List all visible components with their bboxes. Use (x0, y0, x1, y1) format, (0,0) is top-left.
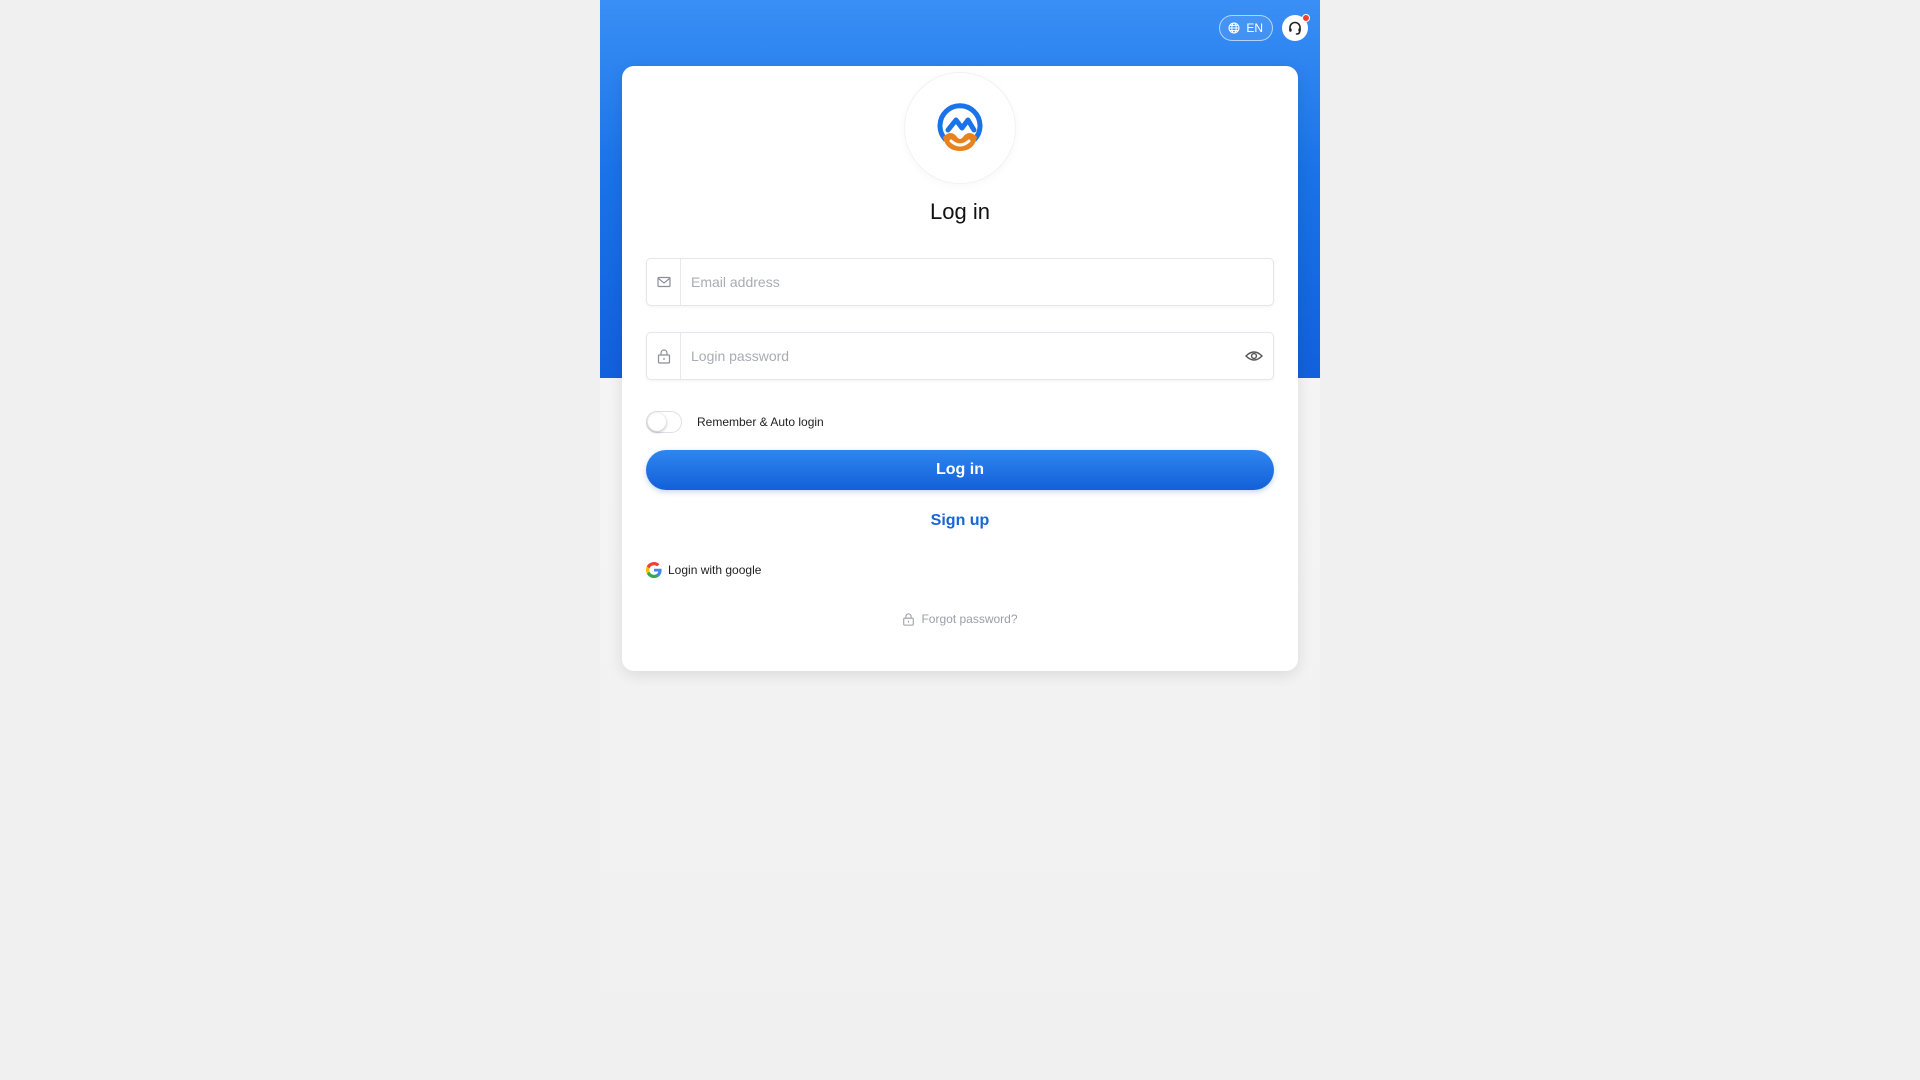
google-login-button[interactable]: Login with google (646, 562, 761, 578)
toggle-knob (648, 413, 666, 431)
globe-icon (1228, 22, 1240, 34)
support-button[interactable] (1282, 14, 1310, 41)
email-field (646, 258, 1274, 306)
app-container: EN Log in Email address Remember & Auto … (600, 0, 1320, 1080)
notification-badge (1302, 14, 1310, 22)
app-logo (905, 73, 1015, 183)
forgot-password-label: Forgot password? (921, 612, 1018, 626)
remember-label: Remember & Auto login (697, 415, 824, 429)
mail-icon (647, 259, 681, 305)
remember-toggle[interactable] (646, 411, 682, 433)
google-login-label: Login with google (668, 563, 762, 577)
password-input[interactable] (681, 333, 1235, 379)
google-icon (646, 562, 662, 578)
signup-link[interactable]: Sign up (622, 512, 1298, 530)
eye-icon[interactable] (1235, 333, 1273, 379)
login-card: Log in Email address Remember & Auto log… (622, 66, 1298, 671)
top-bar: EN (1219, 14, 1310, 41)
headset-icon (1287, 20, 1303, 36)
password-field (646, 332, 1274, 380)
language-label: EN (1246, 21, 1263, 35)
language-selector[interactable]: EN (1219, 15, 1273, 41)
logo-mark (937, 103, 983, 151)
email-input[interactable] (681, 259, 1273, 305)
lock-icon (647, 333, 681, 379)
forgot-password-link[interactable]: Forgot password? (622, 612, 1298, 626)
page-title: Log in (930, 199, 990, 224)
lock-icon (902, 612, 915, 626)
remember-row: Remember & Auto login (646, 411, 824, 433)
login-button[interactable]: Log in (646, 450, 1274, 490)
